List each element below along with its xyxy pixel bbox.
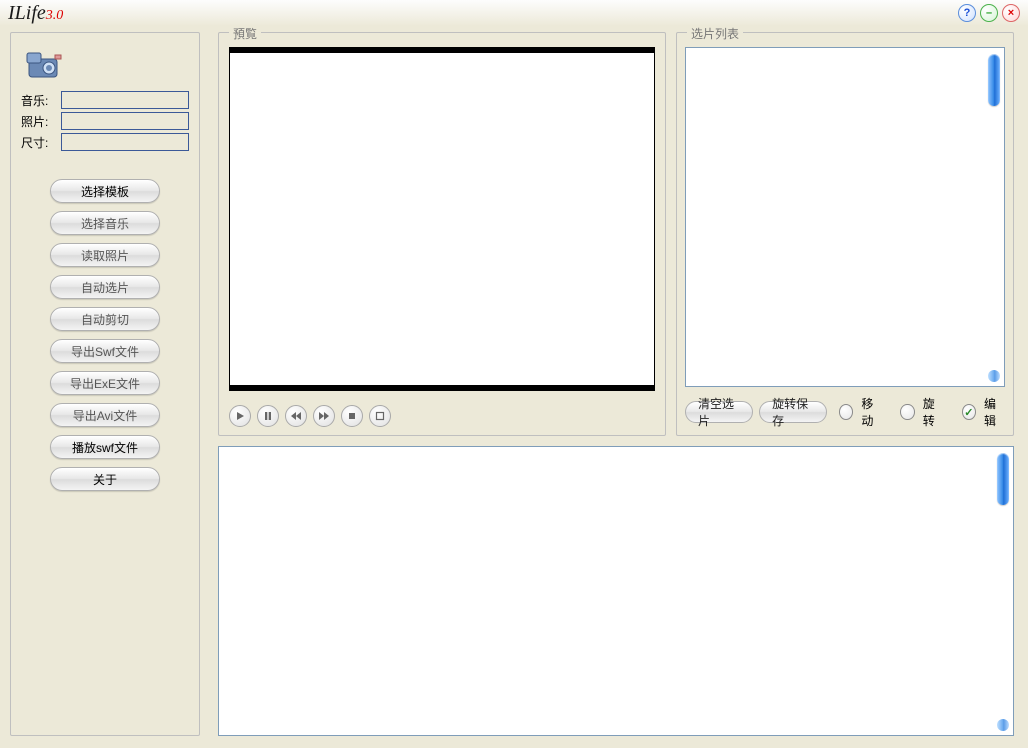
workspace: 音乐: 照片: 尺寸: 选择模板选择音乐读取照片自动选片自动剪切导出Swf文件导… — [0, 26, 1028, 748]
app-logo: ILife3.0 — [8, 2, 63, 25]
bottom-scrollbar[interactable] — [995, 449, 1011, 733]
help-button[interactable]: ? — [958, 4, 976, 22]
selection-list-panel: 选片列表 清空选片 旋转保存 移动 旋转 编辑 — [676, 32, 1014, 436]
choose-template-button[interactable]: 选择模板 — [50, 179, 160, 203]
next-button[interactable] — [313, 405, 335, 427]
clear-selection-button[interactable]: 清空选片 — [685, 401, 753, 423]
scrollbar-down-icon[interactable] — [997, 719, 1009, 731]
scrollbar-down-icon[interactable] — [988, 370, 1000, 382]
preview-screen — [229, 47, 655, 391]
music-label: 音乐: — [21, 92, 61, 109]
stop-button[interactable] — [341, 405, 363, 427]
fullscreen-button[interactable] — [369, 405, 391, 427]
selection-listbox[interactable] — [685, 47, 1005, 387]
minimize-button[interactable]: – — [980, 4, 998, 22]
radio-move[interactable] — [839, 404, 853, 420]
sidebar-panel: 音乐: 照片: 尺寸: 选择模板选择音乐读取照片自动选片自动剪切导出Swf文件导… — [10, 32, 200, 736]
title-bar: ILife3.0 ? – × — [0, 0, 1028, 26]
close-button[interactable]: × — [1002, 4, 1020, 22]
preview-panel: 預覧 — [218, 32, 666, 436]
app-name: ILife — [8, 2, 46, 24]
selection-legend: 选片列表 — [687, 25, 743, 42]
about-button[interactable]: 关于 — [50, 467, 160, 491]
export-swf-button[interactable]: 导出Swf文件 — [50, 339, 160, 363]
scrollbar-thumb[interactable] — [997, 453, 1009, 505]
rotate-save-button[interactable]: 旋转保存 — [759, 401, 827, 423]
selection-scrollbar[interactable] — [986, 50, 1002, 384]
play-swf-button[interactable]: 播放swf文件 — [50, 435, 160, 459]
pause-button[interactable] — [257, 405, 279, 427]
radio-edit[interactable] — [962, 404, 976, 420]
transport-bar — [229, 405, 391, 427]
photo-field — [61, 112, 189, 130]
photo-label: 照片: — [21, 113, 61, 130]
radio-rotate[interactable] — [900, 404, 914, 420]
app-version: 3.0 — [46, 8, 64, 23]
preview-legend: 預覧 — [229, 25, 261, 42]
radio-move-label: 移动 — [861, 395, 882, 429]
auto-select-button[interactable]: 自动选片 — [50, 275, 160, 299]
play-button[interactable] — [229, 405, 251, 427]
radio-rotate-label: 旋转 — [923, 395, 944, 429]
export-avi-button[interactable]: 导出Avi文件 — [50, 403, 160, 427]
size-field — [61, 133, 189, 151]
auto-crop-button[interactable]: 自动剪切 — [50, 307, 160, 331]
bottom-listbox[interactable] — [218, 446, 1014, 736]
export-exe-button[interactable]: 导出ExE文件 — [50, 371, 160, 395]
music-field — [61, 91, 189, 109]
scrollbar-thumb[interactable] — [988, 54, 1000, 106]
radio-edit-label: 编辑 — [984, 395, 1005, 429]
size-label: 尺寸: — [21, 134, 61, 151]
choose-music-button[interactable]: 选择音乐 — [50, 211, 160, 235]
read-photos-button[interactable]: 读取照片 — [50, 243, 160, 267]
camera-icon — [25, 49, 65, 81]
prev-button[interactable] — [285, 405, 307, 427]
